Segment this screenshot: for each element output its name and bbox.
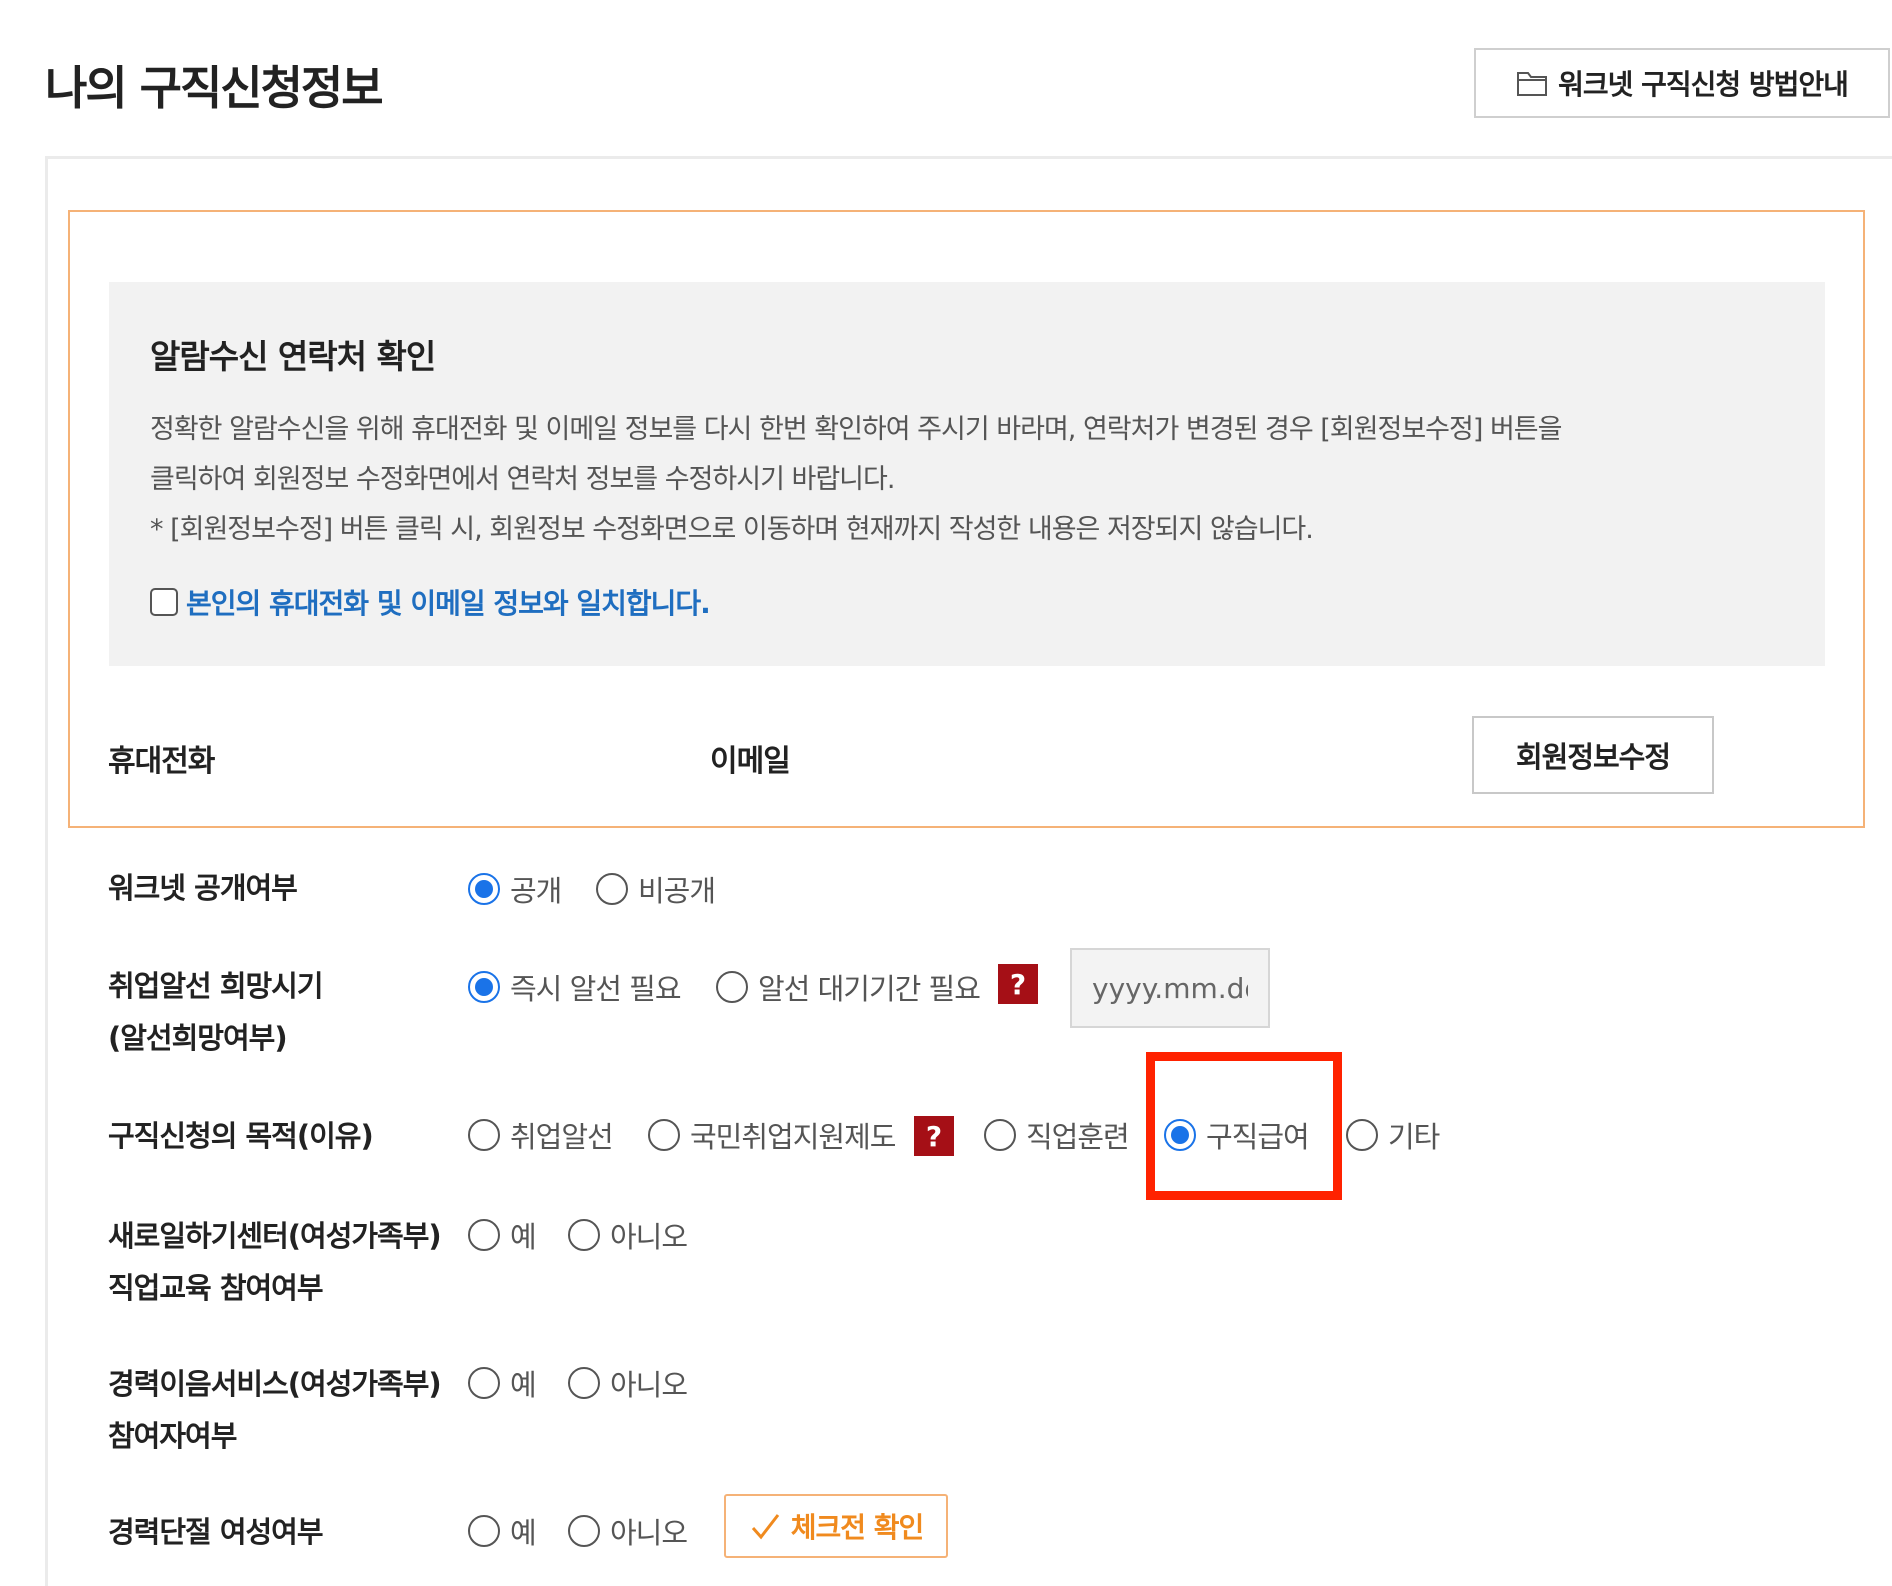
- radio-label: 예: [510, 1220, 537, 1254]
- radio-immediate-placement[interactable]: 즉시 알선 필요: [468, 966, 682, 1008]
- alarm-title: 알람수신 연락처 확인: [150, 337, 436, 376]
- radio-button[interactable]: [596, 873, 628, 905]
- radio-no[interactable]: 아니오: [568, 1510, 688, 1552]
- precheck-button[interactable]: 체크전 확인: [724, 1494, 948, 1558]
- radio-label: 구직급여: [1206, 1120, 1310, 1154]
- radio-label: 공개: [510, 874, 562, 908]
- wait-date-input[interactable]: [1070, 948, 1270, 1028]
- radio-no[interactable]: 아니오: [568, 1362, 688, 1404]
- radio-label: 아니오: [610, 1220, 688, 1254]
- alarm-desc-note: * [회원정보수정] 버튼 클릭 시, 회원정보 수정화면으로 이동하며 현재까…: [150, 514, 1314, 545]
- worknet-guide-button[interactable]: 워크넷 구직신청 방법안내: [1474, 48, 1890, 118]
- radio-label: 예: [510, 1368, 537, 1402]
- folder-icon: [1517, 72, 1548, 96]
- radio-button[interactable]: [984, 1119, 1016, 1151]
- checkmark-icon: [751, 1514, 779, 1540]
- radio-button[interactable]: [568, 1515, 600, 1547]
- career-link-label-line: 참여자여부: [108, 1419, 237, 1453]
- radio-button[interactable]: [648, 1119, 680, 1151]
- radio-wait-period[interactable]: 알선 대기기간 필요: [716, 966, 981, 1008]
- radio-button[interactable]: [468, 1219, 500, 1251]
- radio-button-selected[interactable]: [1164, 1119, 1196, 1151]
- radio-national-employment-support[interactable]: 국민취업지원제도: [648, 1114, 896, 1156]
- alarm-desc-line: 클릭하여 회원정보 수정화면에서 연락처 정보를 수정하시기 바랍니다.: [150, 464, 895, 495]
- radio-yes[interactable]: 예: [468, 1510, 537, 1552]
- worknet-guide-label: 워크넷 구직신청 방법안내: [1558, 68, 1849, 101]
- radio-job-seeking-benefit[interactable]: 구직급여: [1164, 1114, 1310, 1156]
- radio-label: 비공개: [638, 874, 716, 908]
- radio-job-placement[interactable]: 취업알선: [468, 1114, 614, 1156]
- email-label: 이메일: [710, 744, 791, 779]
- radio-label: 즉시 알선 필요: [510, 972, 682, 1006]
- radio-button[interactable]: [568, 1219, 600, 1251]
- purpose-label: 구직신청의 목적(이유): [108, 1119, 374, 1153]
- radio-button-selected[interactable]: [468, 971, 500, 1003]
- placement-timing-label: 취업알선 희망시기 (알선희망여부): [108, 960, 324, 1064]
- alarm-description: 정확한 알람수신을 위해 휴대전화 및 이메일 정보를 다시 한번 확인하여 주…: [150, 405, 1790, 555]
- career-link-label-line: 경력이음서비스(여성가족부): [108, 1367, 442, 1401]
- worknet-public-label: 워크넷 공개여부: [108, 871, 298, 905]
- radio-label: 기타: [1388, 1120, 1440, 1154]
- radio-button[interactable]: [1346, 1119, 1378, 1151]
- radio-label: 취업알선: [510, 1120, 614, 1154]
- radio-yes[interactable]: 예: [468, 1362, 537, 1404]
- radio-button[interactable]: [468, 1515, 500, 1547]
- women-center-label-line: 직업교육 참여여부: [108, 1271, 324, 1305]
- radio-label: 예: [510, 1516, 537, 1550]
- page-title: 나의 구직신청정보: [45, 61, 384, 115]
- radio-label: 직업훈련: [1026, 1120, 1130, 1154]
- radio-label: 아니오: [610, 1368, 688, 1402]
- radio-public[interactable]: 공개: [468, 868, 562, 910]
- career-link-label: 경력이음서비스(여성가족부) 참여자여부: [108, 1358, 442, 1462]
- phone-label: 휴대전화: [108, 744, 215, 779]
- contact-match-label: 본인의 휴대전화 및 이메일 정보와 일치합니다.: [186, 587, 711, 620]
- radio-button[interactable]: [568, 1367, 600, 1399]
- women-center-label: 새로일하기센터(여성가족부) 직업교육 참여여부: [108, 1210, 442, 1314]
- placement-timing-label-line: (알선희망여부): [108, 1021, 288, 1055]
- radio-button-selected[interactable]: [468, 873, 500, 905]
- checkbox-box[interactable]: [150, 588, 178, 616]
- radio-label: 알선 대기기간 필요: [758, 972, 981, 1006]
- radio-other[interactable]: 기타: [1346, 1114, 1440, 1156]
- radio-vocational-training[interactable]: 직업훈련: [984, 1114, 1130, 1156]
- radio-button[interactable]: [468, 1367, 500, 1399]
- women-center-label-line: 새로일하기센터(여성가족부): [108, 1219, 442, 1253]
- radio-label: 국민취업지원제도: [690, 1120, 896, 1154]
- radio-label: 아니오: [610, 1516, 688, 1550]
- radio-private[interactable]: 비공개: [596, 868, 716, 910]
- help-icon[interactable]: ?: [914, 1116, 954, 1156]
- edit-member-info-button[interactable]: 회원정보수정: [1472, 716, 1714, 794]
- placement-timing-label-line: 취업알선 희망시기: [108, 969, 324, 1003]
- radio-no[interactable]: 아니오: [568, 1214, 688, 1256]
- contact-match-checkbox[interactable]: 본인의 휴대전화 및 이메일 정보와 일치합니다.: [150, 582, 711, 622]
- help-icon[interactable]: ?: [998, 964, 1038, 1004]
- alarm-desc-line: 정확한 알람수신을 위해 휴대전화 및 이메일 정보를 다시 한번 확인하여 주…: [150, 414, 1563, 445]
- radio-button[interactable]: [716, 971, 748, 1003]
- career-break-label: 경력단절 여성여부: [108, 1515, 324, 1549]
- radio-yes[interactable]: 예: [468, 1214, 537, 1256]
- precheck-label: 체크전 확인: [790, 1511, 925, 1544]
- radio-button[interactable]: [468, 1119, 500, 1151]
